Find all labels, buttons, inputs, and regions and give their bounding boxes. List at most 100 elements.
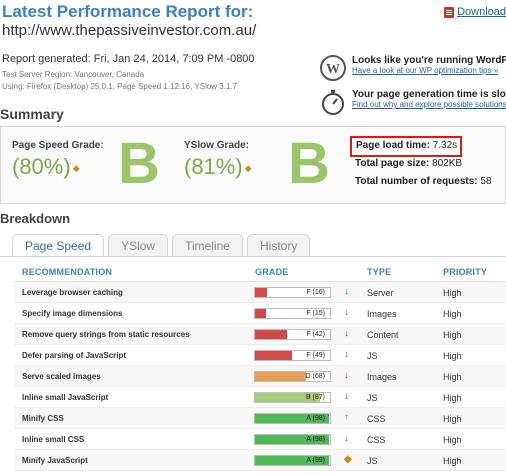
recommendations-table: RECOMMENDATION GRADE TYPE PRIORITY Lever… <box>14 262 506 471</box>
breakdown-tabs: Page Speed YSlow Timeline History <box>12 234 311 257</box>
trend-arrow-icon: ↓ <box>344 370 349 381</box>
recommendation-type: Content <box>367 330 399 340</box>
grade-bar-fill <box>255 372 306 381</box>
wordpress-tips-link[interactable]: Have a look at our WP optimization tips … <box>352 66 506 75</box>
recommendation-name[interactable]: Serve scaled images <box>22 372 101 381</box>
wordpress-icon: W <box>320 55 346 81</box>
recommendation-priority: High <box>443 351 462 361</box>
table-body: Leverage browser caching F (16) ↓ Server Hig… <box>14 282 506 471</box>
table-row[interactable]: Serve scaled images D (68) ↓ Images High <box>14 366 506 387</box>
grade-bar: F (49) <box>254 350 331 361</box>
table-row[interactable]: Defer parsing of JavaScript F (49) ↓ JS High <box>14 345 506 366</box>
recommendation-name[interactable]: Leverage browser caching <box>22 288 123 297</box>
recommendation-name[interactable]: Minify JavaScript <box>22 456 88 465</box>
test-region: Test Server Region: Vancouver, Canada <box>2 70 145 79</box>
grade-bar-label: A (98) <box>306 415 325 422</box>
yslow-grade-percent: (81%) ◆ <box>184 154 252 179</box>
trend-arrow-icon: ↓ <box>344 307 349 318</box>
grade-bar-fill <box>255 288 267 297</box>
table-row[interactable]: Inline small CSS A (98) ↓ CSS High <box>14 429 506 450</box>
pagespeed-grade-label: Page Speed Grade: <box>12 140 104 151</box>
col-priority[interactable]: PRIORITY <box>443 267 487 277</box>
trend-arrow-icon: ↑ <box>344 412 349 423</box>
table-row[interactable]: Minify CSS A (98) ↑ CSS High <box>14 408 506 429</box>
yslow-trend-icon: ◆ <box>244 162 252 173</box>
table-row[interactable]: Leverage browser caching F (16) ↓ Server Hig… <box>14 282 506 303</box>
recommendation-type: JS <box>367 393 378 403</box>
grade-bar-label: A (98) <box>306 436 325 443</box>
grade-bar: B (87) <box>254 392 331 403</box>
recommendation-priority: High <box>443 330 462 340</box>
recommendation-type: Server <box>367 288 394 298</box>
recommendation-name[interactable]: Specify image dimensions <box>22 309 122 318</box>
stopwatch-icon <box>322 90 344 115</box>
grade-bar: D (68) <box>254 371 331 382</box>
recommendation-priority: High <box>443 393 462 403</box>
recommendation-name[interactable]: Defer parsing of JavaScript <box>22 351 126 360</box>
table-row[interactable]: Remove query strings from static resourc… <box>14 324 506 345</box>
trend-arrow-icon: ◆ <box>344 454 352 465</box>
recommendation-name[interactable]: Remove query strings from static resourc… <box>22 330 190 339</box>
page-load-time: Page load time: 7.32s <box>356 140 458 151</box>
grade-bar: A (99) <box>254 455 331 466</box>
report-url: http://www.thepassiveinvestor.com.au/ <box>2 22 257 39</box>
trend-arrow-icon: ↓ <box>344 286 349 297</box>
table-row[interactable]: Inline small JavaScript B (87) ↓ JS High <box>14 387 506 408</box>
pagespeed-trend-icon: ◆ <box>72 162 80 173</box>
recommendation-priority: High <box>443 309 462 319</box>
grade-bar-fill <box>255 309 267 318</box>
tab-page-speed[interactable]: Page Speed <box>12 234 105 257</box>
summary-heading: Summary <box>0 106 64 122</box>
recommendation-type: JS <box>367 351 378 361</box>
pdf-icon <box>444 6 455 18</box>
download-label: Download <box>457 6 506 18</box>
report-title: Latest Performance Report for: <box>2 2 254 21</box>
recommendation-type: JS <box>367 456 378 466</box>
test-tools: Using: Firefox (Desktop) 25.0.1, Page Sp… <box>2 82 238 91</box>
report-generated: Report generated: Fri, Jan 24, 2014, 7:0… <box>2 53 255 65</box>
tab-history[interactable]: History <box>246 234 311 256</box>
recommendation-type: CSS <box>367 435 386 445</box>
recommendation-priority: High <box>443 288 462 298</box>
grade-bar-label: F (49) <box>306 352 325 359</box>
tabs-divider <box>0 256 506 257</box>
grade-bar-label: D (68) <box>305 373 325 380</box>
tab-yslow[interactable]: YSlow <box>108 234 169 256</box>
svg-text:W: W <box>326 62 340 77</box>
trend-arrow-icon: ↓ <box>344 391 349 402</box>
yslow-grade-letter: B <box>288 131 330 196</box>
recommendation-type: Images <box>367 309 397 319</box>
tab-timeline[interactable]: Timeline <box>172 234 243 256</box>
trend-arrow-icon: ↓ <box>344 433 349 444</box>
col-recommendation[interactable]: RECOMMENDATION <box>22 267 112 277</box>
grade-bar: F (15) <box>254 308 331 319</box>
recommendation-name[interactable]: Inline small CSS <box>22 435 84 444</box>
col-type[interactable]: TYPE <box>367 267 391 277</box>
download-link[interactable]: Download <box>444 6 506 18</box>
grade-bar-label: F (15) <box>306 310 325 317</box>
recommendation-priority: High <box>443 414 462 424</box>
recommendation-priority: High <box>443 372 462 382</box>
grade-bar: F (42) <box>254 329 331 340</box>
wordpress-notice-title: Looks like you're running WordPress <box>352 55 506 66</box>
grade-bar-label: F (16) <box>306 289 325 296</box>
recommendation-name[interactable]: Inline small JavaScript <box>22 393 108 402</box>
recommendation-name[interactable]: Minify CSS <box>22 414 64 423</box>
wordpress-notice: W Looks like you're running WordPress Ha… <box>320 55 506 81</box>
grade-bar-fill <box>255 330 287 339</box>
slow-generation-link[interactable]: Find out why and explore possible soluti… <box>352 100 506 109</box>
grade-bar-label: B (87) <box>305 394 325 401</box>
table-row[interactable]: Specify image dimensions F (15) ↓ Images Hig… <box>14 303 506 324</box>
grade-bar: F (16) <box>254 287 331 298</box>
recommendation-type: CSS <box>367 414 386 424</box>
table-header: RECOMMENDATION GRADE TYPE PRIORITY <box>14 262 506 282</box>
table-row[interactable]: Minify JavaScript A (99) ◆ JS High <box>14 450 506 471</box>
slow-generation-notice: Your page generation time is slow Find o… <box>320 89 506 115</box>
pagespeed-grade-percent: (80%) ◆ <box>12 154 80 179</box>
breakdown-heading: Breakdown <box>0 211 71 226</box>
grade-bar: A (98) <box>254 413 331 424</box>
page-size: Total page size: 802KB <box>355 158 463 169</box>
grade-bar-fill <box>255 351 292 360</box>
col-grade[interactable]: GRADE <box>255 267 289 277</box>
request-count: Total number of requests: 58 <box>355 176 492 187</box>
